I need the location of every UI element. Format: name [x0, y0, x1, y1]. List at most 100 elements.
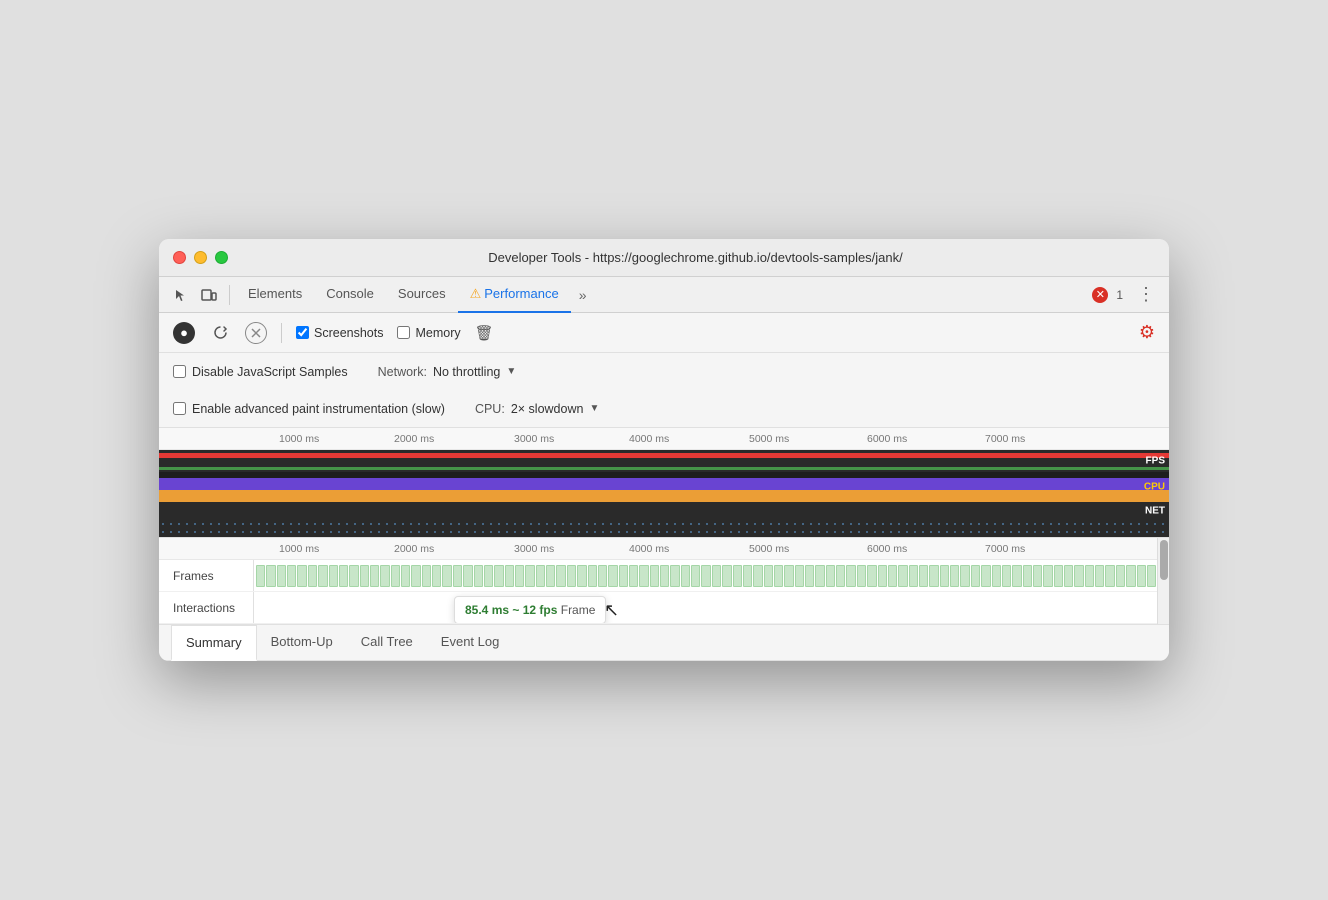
frame-block[interactable]: [608, 565, 617, 587]
frame-block[interactable]: [743, 565, 752, 587]
frame-block[interactable]: [639, 565, 648, 587]
frame-block[interactable]: [380, 565, 389, 587]
tab-sources[interactable]: Sources: [386, 277, 458, 313]
tab-call-tree[interactable]: Call Tree: [347, 625, 427, 661]
frame-block[interactable]: [1126, 565, 1135, 587]
tab-event-log[interactable]: Event Log: [427, 625, 514, 661]
frame-block[interactable]: [660, 565, 669, 587]
frame-block[interactable]: [753, 565, 762, 587]
frame-block[interactable]: [722, 565, 731, 587]
reload-button[interactable]: [209, 322, 231, 344]
frame-block[interactable]: [484, 565, 493, 587]
frame-block[interactable]: [411, 565, 420, 587]
frame-block[interactable]: [971, 565, 980, 587]
frame-block[interactable]: [339, 565, 348, 587]
frame-block[interactable]: [929, 565, 938, 587]
frame-block[interactable]: [474, 565, 483, 587]
frame-block[interactable]: [867, 565, 876, 587]
frame-block[interactable]: [1002, 565, 1011, 587]
advanced-paint-checkbox[interactable]: [173, 402, 186, 415]
frame-block[interactable]: [1137, 565, 1146, 587]
frame-block[interactable]: [815, 565, 824, 587]
settings-button[interactable]: ⚙: [1139, 322, 1155, 343]
frame-block[interactable]: [287, 565, 296, 587]
cpu-select[interactable]: CPU: 2× slowdown ▼: [475, 402, 599, 416]
frame-block[interactable]: [1074, 565, 1083, 587]
frame-block[interactable]: [360, 565, 369, 587]
close-button[interactable]: [173, 251, 186, 264]
memory-checkbox-label[interactable]: Memory: [397, 326, 460, 340]
frame-block[interactable]: [453, 565, 462, 587]
frame-block[interactable]: [836, 565, 845, 587]
frame-block[interactable]: [1023, 565, 1032, 587]
frame-block[interactable]: [805, 565, 814, 587]
frame-block[interactable]: [846, 565, 855, 587]
tab-more[interactable]: »: [571, 287, 595, 303]
tab-elements[interactable]: Elements: [236, 277, 314, 313]
frame-block[interactable]: [691, 565, 700, 587]
interactions-content[interactable]: ↖ 85.4 ms ~ 12 fps Frame: [254, 592, 1169, 623]
frame-block[interactable]: [505, 565, 514, 587]
frame-block[interactable]: [422, 565, 431, 587]
frame-block[interactable]: [888, 565, 897, 587]
frame-block[interactable]: [1116, 565, 1125, 587]
memory-checkbox[interactable]: [397, 326, 410, 339]
more-options-button[interactable]: ⋮: [1131, 284, 1161, 305]
timeline-scrollbar[interactable]: [1157, 538, 1169, 624]
frame-block[interactable]: [826, 565, 835, 587]
frame-block[interactable]: [940, 565, 949, 587]
frame-block[interactable]: [536, 565, 545, 587]
frame-block[interactable]: [391, 565, 400, 587]
frame-block[interactable]: [619, 565, 628, 587]
tab-console[interactable]: Console: [314, 277, 386, 313]
frame-block[interactable]: [919, 565, 928, 587]
frame-block[interactable]: [795, 565, 804, 587]
frames-content[interactable]: [254, 560, 1169, 591]
frame-block[interactable]: [629, 565, 638, 587]
frame-block[interactable]: [650, 565, 659, 587]
frame-block[interactable]: [1012, 565, 1021, 587]
frame-block[interactable]: [1033, 565, 1042, 587]
timeline-main[interactable]: 1000 ms 2000 ms 3000 ms 4000 ms 5000 ms …: [159, 538, 1169, 625]
frame-block[interactable]: [764, 565, 773, 587]
timeline-overview[interactable]: 1000 ms 2000 ms 3000 ms 4000 ms 5000 ms …: [159, 428, 1169, 538]
frame-block[interactable]: [681, 565, 690, 587]
disable-js-option[interactable]: Disable JavaScript Samples: [173, 365, 348, 379]
frame-block[interactable]: [960, 565, 969, 587]
frame-block[interactable]: [297, 565, 306, 587]
frame-block[interactable]: [981, 565, 990, 587]
frame-block[interactable]: [401, 565, 410, 587]
tab-bottom-up[interactable]: Bottom-Up: [257, 625, 347, 661]
frame-block[interactable]: [950, 565, 959, 587]
frame-block[interactable]: [670, 565, 679, 587]
frame-block[interactable]: [308, 565, 317, 587]
frame-block[interactable]: [525, 565, 534, 587]
frame-block[interactable]: [546, 565, 555, 587]
frame-block[interactable]: [1147, 565, 1156, 587]
frame-block[interactable]: [898, 565, 907, 587]
frame-block[interactable]: [329, 565, 338, 587]
network-select[interactable]: Network: No throttling ▼: [378, 365, 517, 379]
frame-block[interactable]: [556, 565, 565, 587]
frame-block[interactable]: [992, 565, 1001, 587]
frame-block[interactable]: [588, 565, 597, 587]
frame-block[interactable]: [1095, 565, 1104, 587]
frame-block[interactable]: [442, 565, 451, 587]
record-button[interactable]: ●: [173, 322, 195, 344]
tab-performance[interactable]: ⚠ Performance: [458, 277, 571, 313]
frame-block[interactable]: [494, 565, 503, 587]
frame-block[interactable]: [370, 565, 379, 587]
frame-block[interactable]: [1054, 565, 1063, 587]
frame-block[interactable]: [1064, 565, 1073, 587]
frame-block[interactable]: [318, 565, 327, 587]
frame-block[interactable]: [432, 565, 441, 587]
frame-block[interactable]: [878, 565, 887, 587]
frame-block[interactable]: [712, 565, 721, 587]
maximize-button[interactable]: [215, 251, 228, 264]
frame-block[interactable]: [266, 565, 275, 587]
frame-block[interactable]: [857, 565, 866, 587]
frame-block[interactable]: [1105, 565, 1114, 587]
frame-block[interactable]: [567, 565, 576, 587]
device-toggle-icon[interactable]: [195, 281, 223, 309]
frame-block[interactable]: [701, 565, 710, 587]
